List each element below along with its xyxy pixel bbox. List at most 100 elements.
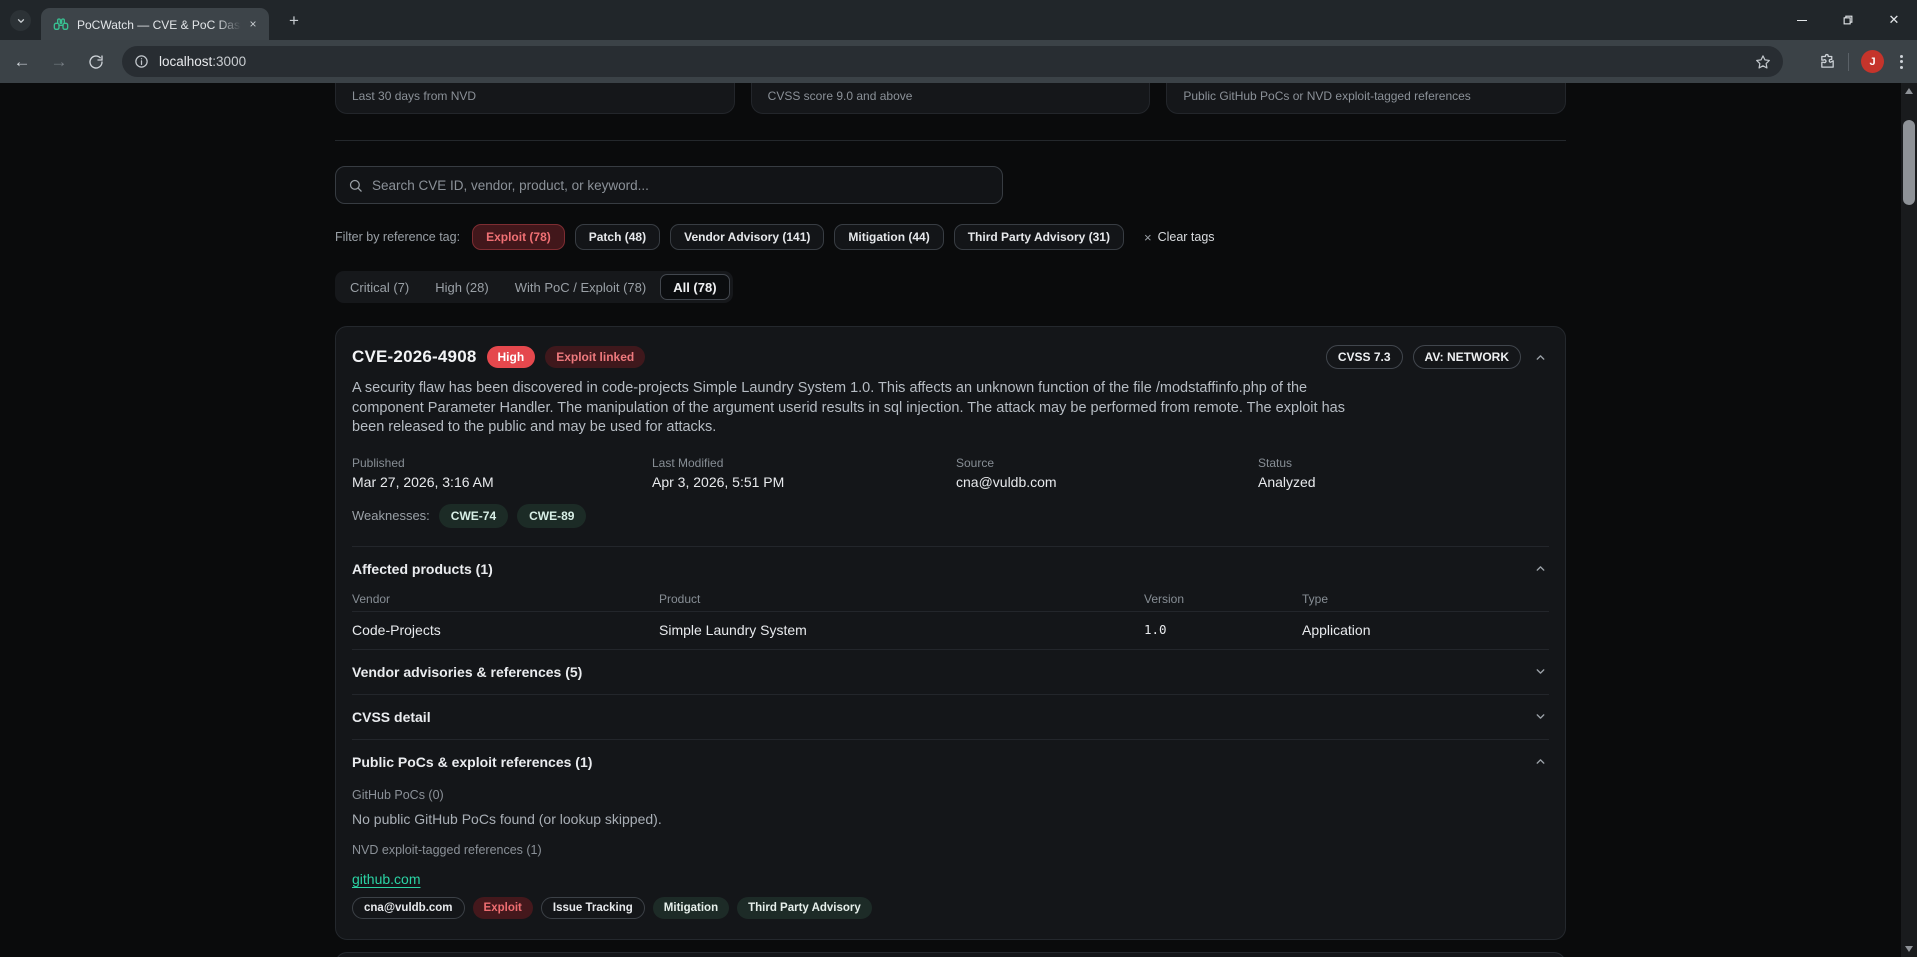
- table-row: Code-Projects Simple Laundry System 1.0 …: [352, 612, 1549, 649]
- url-port[interactable]: :3000: [212, 54, 246, 69]
- minimize-icon: [1797, 19, 1807, 21]
- section-title: Vendor advisories & references (5): [352, 663, 583, 680]
- new-tab-button[interactable]: +: [283, 10, 305, 32]
- clear-tags-label: Clear tags: [1157, 230, 1215, 244]
- card-divider: [352, 545, 1549, 547]
- filter-pill-patch[interactable]: Patch (48): [574, 224, 661, 250]
- cwe-pill[interactable]: CWE-89: [517, 503, 587, 528]
- reference-tags-row: cna@vuldb.com Exploit Issue Tracking Mit…: [352, 896, 1549, 919]
- tab-title: PoCWatch — CVE & PoC Dashb: [77, 18, 241, 32]
- site-info-icon[interactable]: [134, 54, 149, 69]
- tab-all[interactable]: All (78): [660, 274, 730, 300]
- chevron-up-icon[interactable]: [1531, 753, 1549, 771]
- reference-link[interactable]: github.com: [352, 871, 420, 887]
- cve-meta-grid: Published Mar 27, 2026, 3:16 AM Last Mod…: [352, 456, 1549, 490]
- search-icon: [348, 178, 363, 193]
- nvd-references-label: NVD exploit-tagged references (1): [352, 842, 542, 857]
- filter-pill-exploit[interactable]: Exploit (78): [472, 224, 565, 250]
- av-badge: AV: NETWORK: [1412, 345, 1521, 369]
- scrollbar[interactable]: [1901, 83, 1917, 957]
- cve-header: CVE-2026-4908 High Exploit linked CVSS 7…: [352, 345, 1549, 369]
- toolbar-divider: [1848, 52, 1849, 71]
- cell-version: 1.0: [1144, 622, 1167, 637]
- tab-high[interactable]: High (28): [423, 274, 500, 300]
- cell-product: Simple Laundry System: [659, 621, 807, 638]
- address-bar[interactable]: localhost:3000: [122, 46, 1783, 77]
- browser-titlebar: PoCWatch — CVE & PoC Dashb × + ✕: [0, 0, 1917, 40]
- meta-label: Last Modified: [652, 455, 724, 470]
- clear-x-icon: ×: [1143, 229, 1152, 245]
- url-host[interactable]: localhost: [159, 54, 212, 69]
- meta-source: Source cna@vuldb.com: [956, 456, 1258, 490]
- section-divider: [335, 140, 1566, 141]
- tab-critical[interactable]: Critical (7): [338, 274, 421, 300]
- page-viewport: Last 30 days from NVD CVSS score 9.0 and…: [0, 83, 1917, 957]
- filter-pill-third-party[interactable]: Third Party Advisory (31): [953, 224, 1124, 250]
- col-type: Type: [1302, 591, 1329, 606]
- meta-value: cna@vuldb.com: [956, 473, 1057, 490]
- tag-third-party: Third Party Advisory: [737, 896, 872, 919]
- reload-button[interactable]: [81, 47, 111, 77]
- filter-pill-vendor-advisory[interactable]: Vendor Advisory (141): [670, 224, 825, 250]
- exploit-linked-badge: Exploit linked: [545, 346, 646, 368]
- bookmark-star-icon[interactable]: [1755, 54, 1771, 70]
- clear-tags-button[interactable]: × Clear tags: [1144, 230, 1215, 245]
- minimize-button[interactable]: [1779, 0, 1825, 40]
- public-pocs-header[interactable]: Public PoCs & exploit references (1): [352, 740, 1549, 784]
- maximize-button[interactable]: [1825, 0, 1871, 40]
- cve-description: A security flaw has been discovered in c…: [352, 380, 1345, 435]
- severity-badge: High: [486, 346, 536, 368]
- tab-close-icon[interactable]: ×: [245, 16, 261, 32]
- weaknesses-label: Weaknesses:: [352, 508, 430, 523]
- browser-tab[interactable]: PoCWatch — CVE & PoC Dashb ×: [41, 8, 269, 40]
- page-content: Last 30 days from NVD CVSS score 9.0 and…: [335, 83, 1567, 957]
- section-title: Public PoCs & exploit references (1): [352, 753, 593, 770]
- arrow-left-icon: ←: [13, 51, 31, 71]
- scrollbar-thumb[interactable]: [1903, 120, 1915, 205]
- favicon-binoculars-icon: [53, 16, 69, 32]
- arrow-right-icon: →: [50, 51, 68, 71]
- products-table-header: Vendor Product Version Type: [352, 592, 1549, 606]
- reload-icon: [88, 54, 104, 70]
- tab-with-poc[interactable]: With PoC / Exploit (78): [503, 274, 659, 300]
- meta-value: Analyzed: [1258, 473, 1316, 490]
- search-input[interactable]: [372, 177, 990, 193]
- scrollbar-down-icon[interactable]: [1905, 946, 1913, 952]
- tab-search-button[interactable]: [10, 10, 31, 31]
- search-box[interactable]: [335, 166, 1003, 204]
- menu-dots-icon[interactable]: [1896, 54, 1907, 69]
- col-version: Version: [1144, 591, 1185, 606]
- next-cve-card-partial[interactable]: [335, 951, 1566, 957]
- cwe-pill[interactable]: CWE-74: [438, 503, 509, 528]
- cvss-detail-header[interactable]: CVSS detail: [352, 695, 1549, 739]
- vendor-advisories-header[interactable]: Vendor advisories & references (5): [352, 650, 1549, 694]
- stat-card-pocs: Public GitHub PoCs or NVD exploit-tagged…: [1166, 83, 1567, 114]
- affected-products-header[interactable]: Affected products (1): [352, 560, 1549, 578]
- meta-label: Published: [352, 455, 405, 470]
- chevron-up-icon[interactable]: [1531, 560, 1549, 578]
- chevron-down-icon: [16, 16, 26, 26]
- stat-caption: Last 30 days from NVD: [352, 89, 477, 103]
- github-pocs-label: GitHub PoCs (0): [352, 787, 444, 802]
- extensions-icon[interactable]: [1819, 53, 1836, 70]
- stat-caption: CVSS score 9.0 and above: [767, 89, 913, 103]
- chevron-down-icon[interactable]: [1531, 708, 1549, 726]
- profile-avatar[interactable]: J: [1861, 50, 1884, 73]
- cell-vendor: Code-Projects: [352, 621, 441, 638]
- filter-label: Filter by reference tag:: [335, 230, 461, 244]
- scrollbar-up-icon[interactable]: [1905, 88, 1913, 94]
- col-product: Product: [659, 591, 701, 606]
- close-window-button[interactable]: ✕: [1871, 0, 1917, 40]
- section-title: Affected products (1): [352, 560, 493, 577]
- stat-card-cvss: CVSS score 9.0 and above: [750, 83, 1151, 114]
- cve-card: CVE-2026-4908 High Exploit linked CVSS 7…: [335, 326, 1566, 940]
- tag-mitigation: Mitigation: [652, 896, 730, 919]
- close-icon: ✕: [1888, 12, 1900, 27]
- severity-tabs: Critical (7) High (28) With PoC / Exploi…: [335, 271, 733, 303]
- forward-button[interactable]: →: [44, 47, 74, 77]
- chevron-down-icon[interactable]: [1531, 663, 1549, 681]
- collapse-card-chevron-up-icon[interactable]: [1531, 348, 1549, 366]
- cvss-badge: CVSS 7.3: [1325, 345, 1403, 369]
- filter-pill-mitigation[interactable]: Mitigation (44): [834, 224, 944, 250]
- back-button[interactable]: ←: [7, 47, 37, 77]
